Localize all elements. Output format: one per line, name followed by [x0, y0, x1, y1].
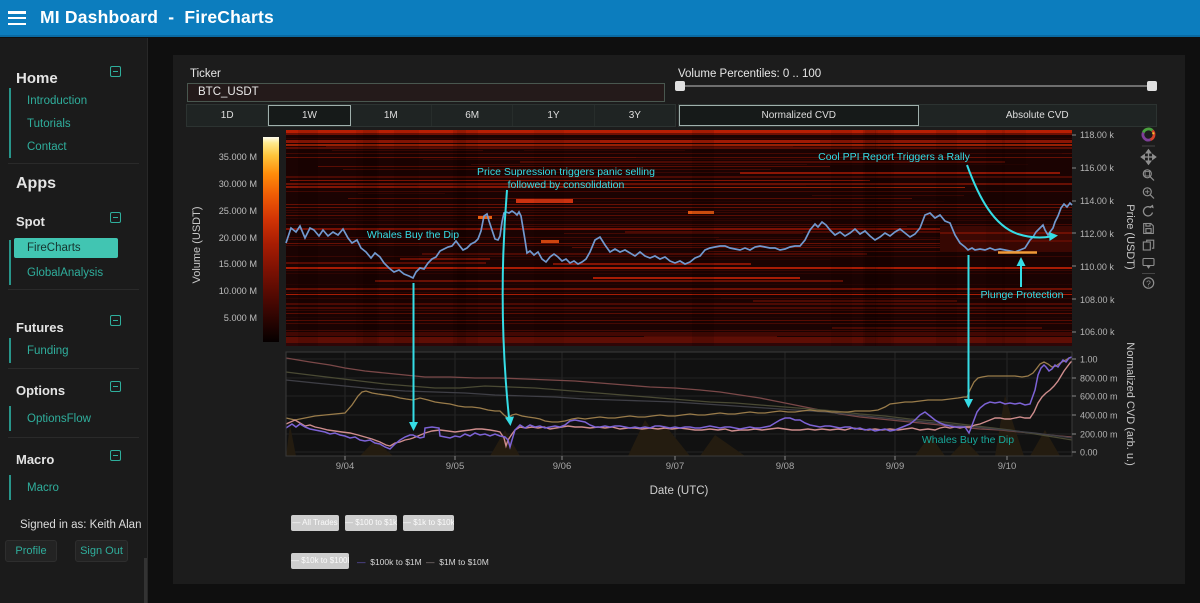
- svg-text:116.00 k: 116.00 k: [1080, 163, 1114, 173]
- svg-text:Volume (USDT): Volume (USDT): [191, 206, 203, 283]
- svg-text:9/07: 9/07: [666, 461, 685, 472]
- svg-text:9/04: 9/04: [336, 461, 355, 472]
- svg-text:118.00 k: 118.00 k: [1080, 130, 1114, 140]
- svg-text:Whales Buy the Dip: Whales Buy the Dip: [922, 434, 1014, 446]
- svg-text:Date (UTC): Date (UTC): [650, 485, 709, 497]
- svg-text:Whales Buy the Dip: Whales Buy the Dip: [367, 229, 459, 241]
- svg-text:0.00: 0.00: [1080, 448, 1098, 458]
- svg-text:Normalized CVD (arb. u.): Normalized CVD (arb. u.): [1124, 342, 1136, 465]
- svg-text:25.000 M: 25.000 M: [219, 206, 257, 216]
- svg-text:108.00 k: 108.00 k: [1080, 295, 1115, 305]
- svg-text:Cool PPI Report Triggers a Ral: Cool PPI Report Triggers a Rally: [818, 151, 970, 163]
- svg-text:9/06: 9/06: [553, 461, 572, 472]
- svg-text:114.00 k: 114.00 k: [1080, 196, 1114, 206]
- svg-text:10.000 M: 10.000 M: [219, 286, 257, 296]
- svg-text:20.000 M: 20.000 M: [219, 233, 257, 243]
- svg-text:5.000 M: 5.000 M: [224, 313, 257, 323]
- svg-text:1.00: 1.00: [1080, 355, 1098, 365]
- svg-text:9/08: 9/08: [776, 461, 795, 472]
- svg-text:110.00 k: 110.00 k: [1080, 262, 1114, 272]
- svg-text:106.00 k: 106.00 k: [1080, 327, 1115, 337]
- svg-text:112.00 k: 112.00 k: [1080, 229, 1114, 239]
- svg-text:800.00 m: 800.00 m: [1080, 374, 1118, 384]
- svg-text:?: ?: [1146, 278, 1151, 288]
- svg-text:30.000 M: 30.000 M: [219, 179, 257, 189]
- svg-text:9/10: 9/10: [998, 461, 1017, 472]
- svg-text:Plunge Protection: Plunge Protection: [981, 289, 1064, 301]
- svg-text:400.00 m: 400.00 m: [1080, 411, 1118, 421]
- svg-text:Price Supression triggers pani: Price Supression triggers panic selling: [477, 166, 655, 178]
- svg-text:200.00 m: 200.00 m: [1080, 430, 1118, 440]
- svg-text:35.000 M: 35.000 M: [219, 152, 257, 162]
- svg-text:15.000 M: 15.000 M: [219, 259, 257, 269]
- svg-text:9/05: 9/05: [446, 461, 465, 472]
- svg-text:Price (USDT): Price (USDT): [1124, 204, 1136, 269]
- svg-text:9/09: 9/09: [886, 461, 905, 472]
- svg-text:followed by consolidation: followed by consolidation: [508, 179, 625, 191]
- svg-text:600.00 m: 600.00 m: [1080, 392, 1118, 402]
